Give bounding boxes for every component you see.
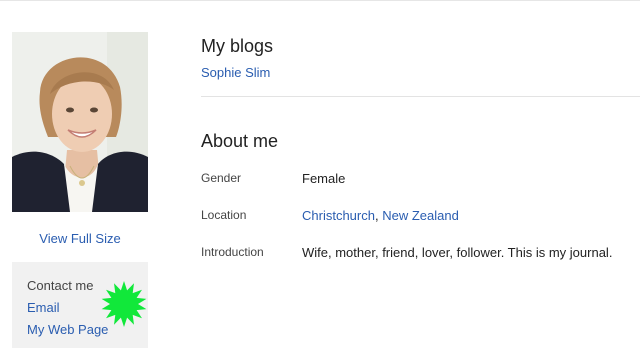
view-full-size-link[interactable]: View Full Size bbox=[12, 231, 148, 246]
introduction-value: Wife, mother, friend, lover, follower. T… bbox=[302, 245, 613, 260]
gender-value: Female bbox=[302, 171, 346, 186]
location-value: Christchurch, New Zealand bbox=[302, 208, 459, 223]
about-me-heading: About me bbox=[201, 131, 279, 151]
profile-photo[interactable] bbox=[12, 32, 148, 212]
location-separator: , bbox=[374, 208, 379, 223]
introduction-label: Introduction bbox=[201, 245, 264, 259]
email-link[interactable]: Email bbox=[27, 300, 60, 315]
contact-title: Contact me bbox=[27, 278, 94, 293]
contact-box: Contact me Email My Web Page bbox=[12, 262, 148, 348]
starburst-icon bbox=[101, 281, 147, 327]
web-page-link[interactable]: My Web Page bbox=[27, 322, 108, 337]
gender-label: Gender bbox=[201, 171, 242, 185]
top-divider bbox=[0, 0, 640, 1]
section-divider bbox=[201, 96, 640, 97]
profile-photo-illustration bbox=[12, 32, 148, 212]
blog-link[interactable]: Sophie Slim bbox=[201, 65, 270, 80]
my-blogs-heading: My blogs bbox=[201, 36, 274, 56]
location-label: Location bbox=[201, 208, 247, 222]
location-city-link[interactable]: Christchurch bbox=[302, 208, 375, 223]
location-country-link[interactable]: New Zealand bbox=[382, 208, 459, 223]
